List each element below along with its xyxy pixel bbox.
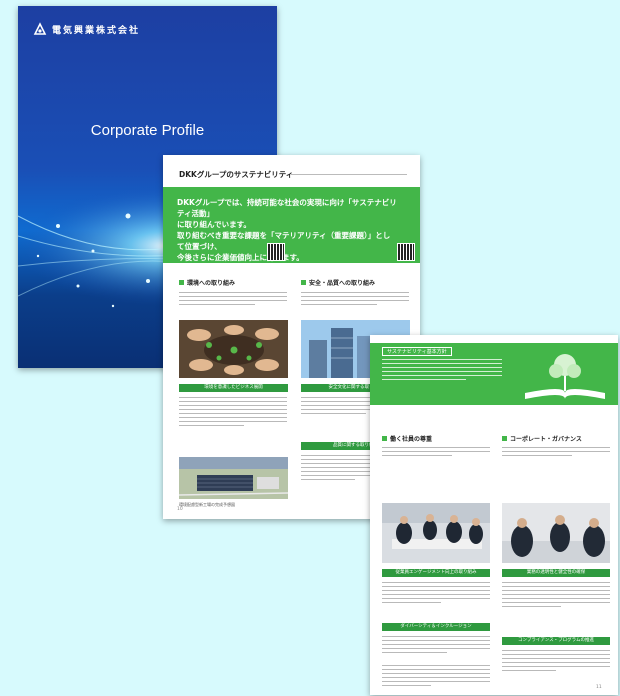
qr-code-icon (397, 243, 415, 261)
policy-banner: サステナビリティ基本方針 (370, 343, 618, 405)
body-text (179, 292, 287, 308)
open-book-tree-illustration (525, 354, 605, 399)
meeting-photo (382, 503, 490, 563)
body-text (179, 397, 287, 429)
body-text (502, 447, 610, 459)
body-text (502, 582, 610, 610)
policy-text (382, 359, 502, 383)
body-text (382, 665, 490, 689)
lead-banner: DKKグループでは、持続可能な社会の実現に向け「サステナビリティ活動」 に取り組… (163, 187, 420, 263)
body-text (502, 650, 610, 674)
body-text (301, 292, 409, 308)
section-marker-icon (301, 280, 306, 285)
caption-engagement: 従業員エンゲージメント向上の取り組み (382, 569, 490, 577)
company-brand: 電気興業株式会社 (33, 22, 140, 36)
body-text (382, 582, 490, 606)
lead-line-2: に取り組んでいます。 (177, 220, 251, 229)
lead-line-3: 取り組むべき重要な課題を「マテリアリティ（重要課題）」として位置づけ、 (177, 231, 391, 251)
section-heading-governance: コーポレート・ガバナンス (502, 434, 582, 443)
photo-caption: 環境配慮型新工場の完成予想図 (179, 502, 235, 507)
qr-code-icon (267, 243, 285, 261)
section-marker-icon (179, 280, 184, 285)
caption-transparency: 業務の透明性と健全性の確保 (502, 569, 610, 577)
body-text (382, 447, 490, 459)
page-header: DKKグループのサステナビリティ (179, 170, 294, 179)
page-number: 11 (596, 685, 602, 690)
header-rule (291, 174, 407, 175)
lead-line-1: DKKグループでは、持続可能な社会の実現に向け「サステナビリティ活動」 (177, 198, 397, 218)
section-heading-safety: 安全・品質への取り組み (301, 278, 375, 287)
company-logo-icon (33, 22, 47, 35)
company-name: 電気興業株式会社 (52, 25, 141, 36)
policy-label: サステナビリティ基本方針 (382, 347, 452, 356)
caption-compliance: コンプライアンス・プログラムの推進 (502, 637, 610, 645)
caption-diversity: ダイバーシティ＆インクルージョン (382, 623, 490, 631)
lead-line-4: 今後さらに企業価値向上に努めます。 (177, 253, 304, 262)
body-text (382, 636, 490, 656)
hands-seedlings-photo (179, 320, 288, 378)
sustainability-page-right: サステナビリティ基本方針 働く社員の尊重 コーポレート・ガバナンス 従業員エンゲ… (370, 335, 618, 695)
section-heading-employees: 働く社員の尊重 (382, 434, 432, 443)
section-marker-icon (502, 436, 507, 441)
solar-facility-photo (179, 457, 288, 499)
section-heading-environment: 環境への取り組み (179, 278, 235, 287)
page-number: 10 (177, 507, 183, 512)
business-discussion-photo (502, 503, 610, 563)
caption-environment: 環境を意識したビジネス展開 (179, 384, 288, 392)
section-marker-icon (382, 436, 387, 441)
cover-title: Corporate Profile (90, 122, 205, 139)
